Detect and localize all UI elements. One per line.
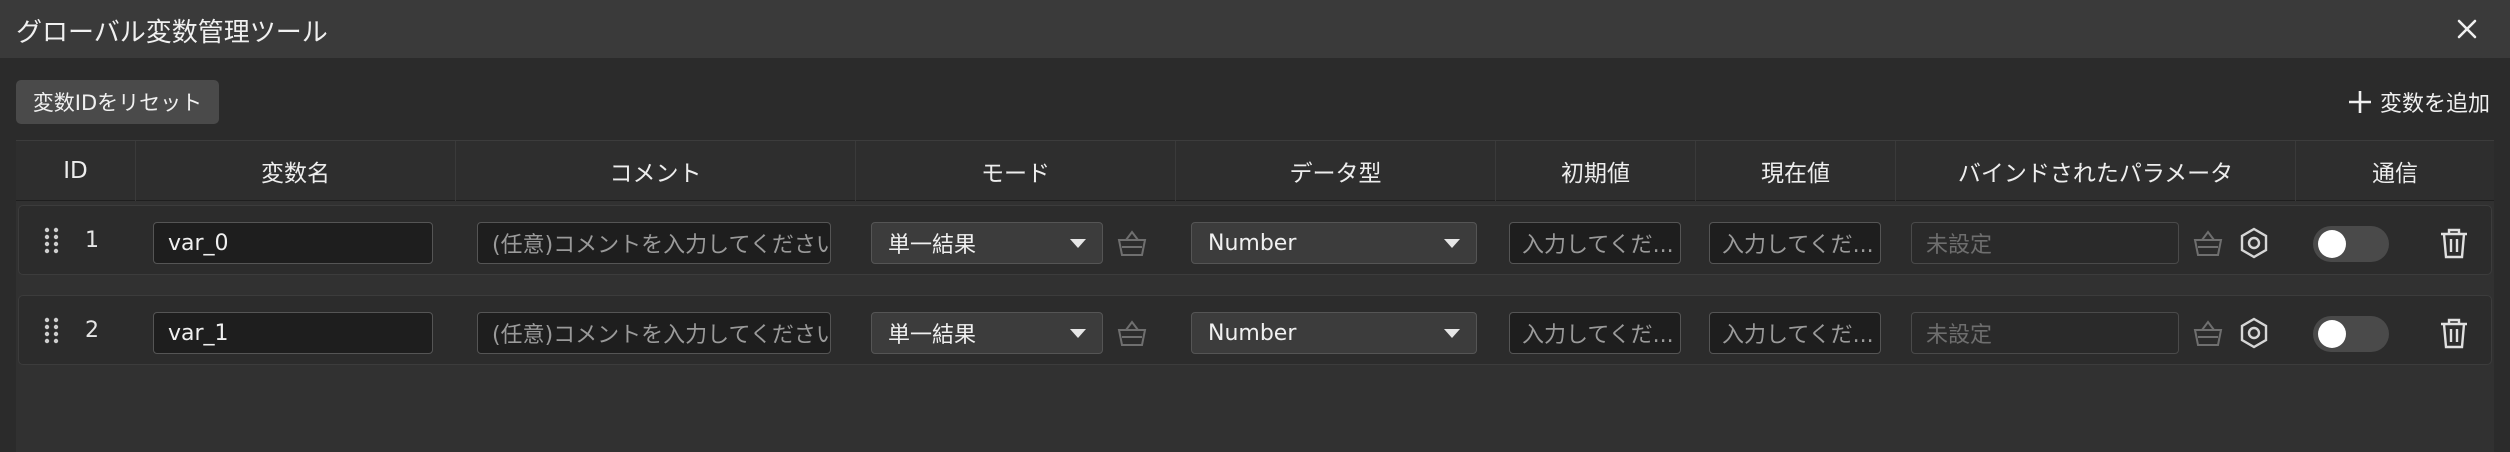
chevron-down-icon (1444, 238, 1460, 248)
toggle-knob (2318, 230, 2346, 258)
basket-icon[interactable] (2191, 226, 2225, 260)
reset-variable-id-button[interactable]: 変数IDをリセット (16, 80, 219, 124)
data-type-value: Number (1208, 320, 1297, 346)
communication-toggle[interactable] (2313, 316, 2389, 352)
col-initial-value: 初期値 (1496, 141, 1696, 201)
col-id: ID (16, 141, 136, 201)
mode-value: 単一結果 (888, 233, 977, 258)
data-type-value: Number (1208, 230, 1297, 256)
hexagon-settings-icon[interactable] (2237, 226, 2271, 260)
add-variable-label: 変数を追加 (2379, 92, 2490, 117)
current-value-input[interactable]: 入力してくだ... (1709, 312, 1881, 354)
initial-value-input[interactable]: 入力してくだ... (1509, 222, 1681, 264)
trash-icon[interactable] (2437, 226, 2471, 260)
chevron-down-icon (1070, 238, 1086, 248)
add-variable-button[interactable]: 変数を追加 (2346, 82, 2490, 122)
chevron-down-icon (1070, 328, 1086, 338)
comment-input[interactable]: (任意)コメントを入力してください (477, 222, 831, 264)
mode-value: 単一結果 (888, 323, 977, 348)
col-communication: 通信 (2372, 161, 2418, 187)
bound-parameter-field: 未設定 (1911, 312, 2179, 354)
col-current-value: 現在値 (1696, 141, 1896, 201)
col-comment: コメント (456, 141, 856, 201)
mode-select[interactable]: 単一結果 (871, 222, 1103, 264)
row-id: 2 (85, 317, 99, 343)
bound-parameter-field: 未設定 (1911, 222, 2179, 264)
col-data-type: データ型 (1176, 141, 1496, 201)
basket-icon[interactable] (2191, 316, 2225, 350)
trash-icon[interactable] (2437, 316, 2471, 350)
plus-icon (2348, 91, 2371, 113)
col-bound-param: バインドされたパラメータ (1896, 141, 2296, 201)
data-type-select[interactable]: Number (1191, 222, 1477, 264)
comment-input[interactable]: (任意)コメントを入力してください (477, 312, 831, 354)
col-mode: モード (856, 141, 1176, 201)
communication-toggle[interactable] (2313, 226, 2389, 262)
window-title: グローバル変数管理ツール (16, 18, 328, 48)
table-header: ID 変数名 コメント モード データ型 初期値 現在値 バインドされたパラメー… (16, 141, 2494, 201)
title-bar: グローバル変数管理ツール (0, 0, 2510, 58)
table-row: 1 var_0 (任意)コメントを入力してください 単一結果 Number 入力… (18, 205, 2492, 275)
variable-name-input[interactable]: var_1 (153, 312, 433, 354)
mode-select[interactable]: 単一結果 (871, 312, 1103, 354)
hexagon-settings-icon[interactable] (2237, 316, 2271, 350)
close-icon[interactable] (2450, 12, 2484, 46)
chevron-down-icon (1444, 328, 1460, 338)
table-row: 2 var_1 (任意)コメントを入力してください 単一結果 Number 入力… (18, 295, 2492, 365)
variable-name-input[interactable]: var_0 (153, 222, 433, 264)
variables-table: ID 変数名 コメント モード データ型 初期値 現在値 バインドされたパラメー… (16, 140, 2494, 452)
current-value-input[interactable]: 入力してくだ... (1709, 222, 1881, 264)
col-name: 変数名 (136, 141, 456, 201)
basket-icon[interactable] (1115, 226, 1149, 260)
drag-handle-icon[interactable] (41, 316, 63, 344)
row-id: 1 (85, 227, 99, 253)
data-type-select[interactable]: Number (1191, 312, 1477, 354)
initial-value-input[interactable]: 入力してくだ... (1509, 312, 1681, 354)
drag-handle-icon[interactable] (41, 226, 63, 254)
basket-icon[interactable] (1115, 316, 1149, 350)
toggle-knob (2318, 320, 2346, 348)
